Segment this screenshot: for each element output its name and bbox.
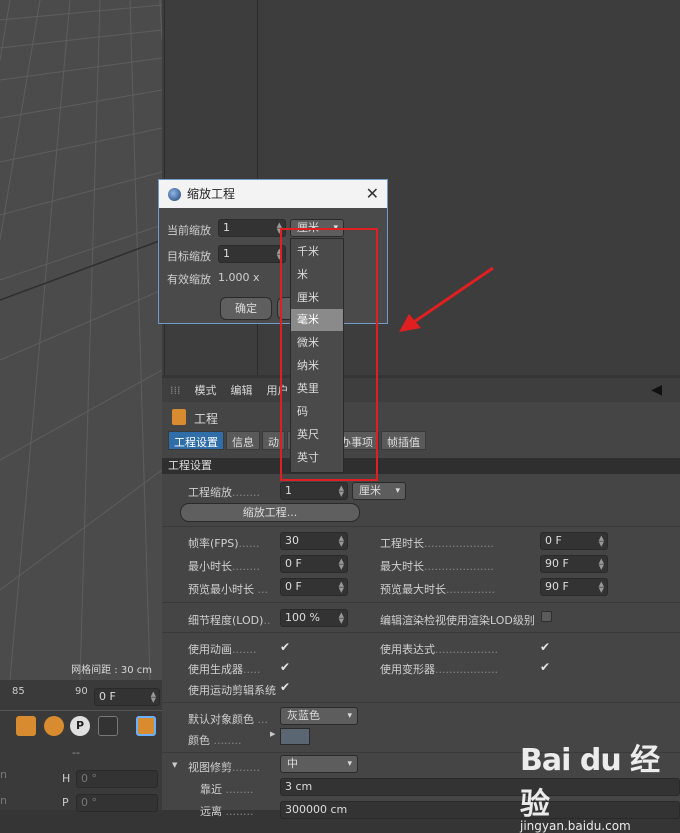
film-icon[interactable]: [136, 716, 156, 736]
effective-scale-value: 1.000 x: [218, 271, 260, 284]
project-scale-label: 工程缩放........: [188, 486, 260, 499]
grid-floor: [0, 0, 162, 680]
project-length-field[interactable]: 0 F ▲ ▼: [540, 532, 608, 550]
baidu-watermark: Bai du 经验 jingyan.baidu.com: [520, 735, 680, 833]
close-icon[interactable]: ✕: [366, 180, 379, 208]
dialog-title: 缩放工程: [187, 187, 236, 201]
use-deformers-checkbox[interactable]: ✔: [540, 661, 552, 673]
use-generators-label: 使用生成器.....: [188, 663, 261, 676]
annotation-arrow: [399, 266, 494, 332]
color-swatch[interactable]: [280, 728, 310, 745]
preview-max-field[interactable]: 90 F ▲ ▼: [540, 578, 608, 596]
dots-grid-icon[interactable]: [98, 716, 118, 736]
lod-label: 细节程度(LOD)..: [188, 614, 271, 627]
tab-project-settings[interactable]: 工程设置: [168, 431, 224, 450]
use-motion-checkbox[interactable]: ✔: [280, 681, 292, 693]
viewport[interactable]: 网格间距 : 30 cm: [0, 0, 162, 680]
project-length-label: 工程时长....................: [380, 537, 494, 550]
project-icon: [172, 409, 186, 425]
far-label: 远离 ........: [200, 805, 254, 818]
dialog-titlebar: 缩放工程 ✕: [159, 180, 387, 208]
separator-dashes: --: [72, 746, 80, 759]
min-length-label: 最小时长........: [188, 560, 260, 573]
default-color-select[interactable]: 灰蓝色 ▾: [280, 707, 358, 725]
ruler-85: 85: [12, 686, 25, 697]
preview-min-field[interactable]: 0 F ▲ ▼: [280, 578, 348, 596]
target-scale-label: 目标缩放: [167, 250, 211, 263]
cinema4d-logo-icon: [168, 188, 181, 201]
coord-left-1: n: [0, 768, 7, 781]
watermark-site: jingyan.baidu.com: [520, 819, 631, 833]
menu-mode[interactable]: 模式: [195, 382, 217, 398]
object-title: 工程: [194, 412, 219, 426]
max-length-label: 最大时长....................: [380, 560, 494, 573]
view-clip-label: 视图修剪........: [188, 761, 260, 774]
preview-min-label: 预览最小时长 ...: [188, 583, 268, 596]
current-scale-label: 当前缩放: [167, 224, 211, 237]
coord-p-label: P: [62, 796, 69, 809]
fps-label: 帧率(FPS)......: [188, 537, 260, 550]
coord-h-label: H: [62, 772, 71, 785]
use-generators-checkbox[interactable]: ✔: [280, 661, 292, 673]
back-arrow-icon[interactable]: ◀: [651, 382, 662, 398]
record-p-icon[interactable]: P: [70, 716, 90, 736]
use-animation-label: 使用动画.......: [188, 643, 257, 656]
near-label: 靠近 ........: [200, 783, 254, 796]
annotation-box: [280, 228, 378, 481]
current-scale-field[interactable]: 1 ▲ ▼: [218, 219, 286, 237]
project-scale-field[interactable]: 1 ▲ ▼: [280, 482, 348, 500]
project-scale-unit-select[interactable]: 厘米 ▾: [352, 482, 406, 500]
use-motion-label: 使用运动剪辑系统: [188, 684, 276, 697]
view-clip-collapse-icon[interactable]: ▼: [172, 761, 177, 769]
timeline-panel: 85 90 0 F ▲ ▼ P -- n H 0 ° n P 0 °: [0, 680, 162, 812]
keyframe-icon[interactable]: [16, 716, 36, 736]
view-clip-select[interactable]: 中 ▾: [280, 755, 358, 773]
min-length-field[interactable]: 0 F ▲ ▼: [280, 555, 348, 573]
editor-lod-label: 编辑渲染检视使用渲染LOD级别: [380, 614, 535, 627]
coord-h-field[interactable]: 0 °: [76, 770, 158, 788]
default-color-label: 默认对象颜色 ...: [188, 713, 268, 726]
grip-icon: ⁞⁞⁞: [170, 383, 181, 397]
use-animation-checkbox[interactable]: ✔: [280, 641, 292, 653]
fps-field[interactable]: 30 ▲ ▼: [280, 532, 348, 550]
autokey-icon[interactable]: [44, 716, 64, 736]
preview-max-label: 预览最大时长..............: [380, 583, 495, 596]
color-label: 颜色 ........: [188, 734, 242, 747]
color-expand-icon[interactable]: ▶: [270, 730, 275, 738]
tab-info[interactable]: 信息: [226, 431, 260, 450]
editor-lod-checkbox[interactable]: [541, 611, 552, 622]
use-expression-label: 使用表达式..................: [380, 643, 498, 656]
coord-p-field[interactable]: 0 °: [76, 794, 158, 812]
use-expression-checkbox[interactable]: ✔: [540, 641, 552, 653]
ok-button[interactable]: 确定: [220, 297, 272, 320]
lod-field[interactable]: 100 % ▲ ▼: [280, 609, 348, 627]
ruler-90: 90: [75, 686, 88, 697]
effective-scale-label: 有效缩放: [167, 273, 211, 286]
attr-menubar: ⁞⁞⁞ 模式 编辑 用户 ◀: [162, 378, 680, 402]
scale-project-button[interactable]: 缩放工程...: [180, 503, 360, 522]
frame-field[interactable]: 0 F ▲ ▼: [94, 688, 160, 706]
max-length-field[interactable]: 90 F ▲ ▼: [540, 555, 608, 573]
target-scale-field[interactable]: 1 ▲ ▼: [218, 245, 286, 263]
tab-frame-interp[interactable]: 帧插值: [381, 431, 426, 450]
use-deformers-label: 使用变形器..................: [380, 663, 498, 676]
section-title: 工程设置: [162, 458, 680, 474]
grid-spacing-label: 网格间距 : 30 cm: [71, 665, 152, 676]
coord-left-2: n: [0, 794, 7, 807]
menu-edit[interactable]: 编辑: [231, 382, 253, 398]
